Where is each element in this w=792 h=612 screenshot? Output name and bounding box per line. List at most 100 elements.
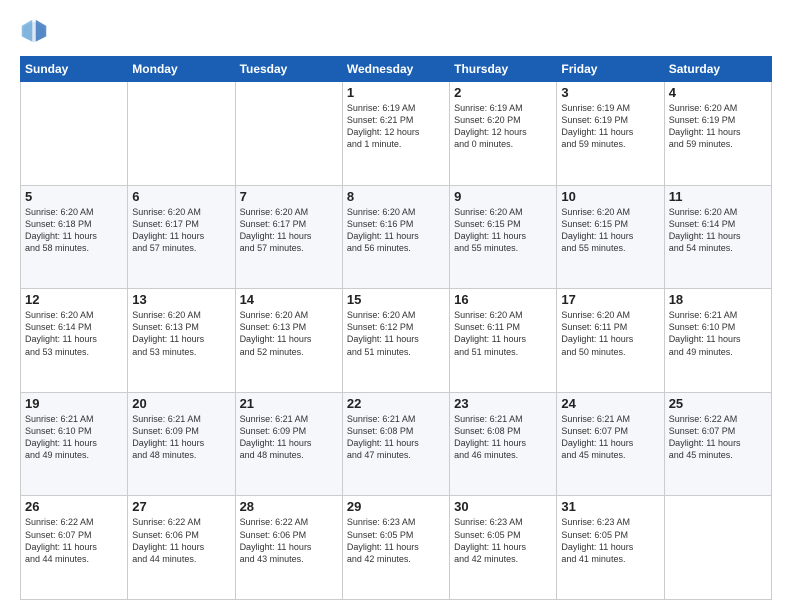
day-info: Sunrise: 6:19 AM Sunset: 6:21 PM Dayligh… xyxy=(347,102,445,151)
weekday-header-row: SundayMondayTuesdayWednesdayThursdayFrid… xyxy=(21,57,772,82)
day-number: 16 xyxy=(454,292,552,307)
calendar-cell: 11 Sunrise: 6:20 AM Sunset: 6:14 PM Dayli… xyxy=(664,185,771,289)
weekday-sunday: Sunday xyxy=(21,57,128,82)
calendar-week-4: 19 Sunrise: 6:21 AM Sunset: 6:10 PM Dayli… xyxy=(21,392,772,496)
day-number: 7 xyxy=(240,189,338,204)
day-number: 12 xyxy=(25,292,123,307)
day-info: Sunrise: 6:20 AM Sunset: 6:14 PM Dayligh… xyxy=(25,309,123,358)
header xyxy=(20,18,772,46)
day-info: Sunrise: 6:20 AM Sunset: 6:18 PM Dayligh… xyxy=(25,206,123,255)
weekday-wednesday: Wednesday xyxy=(342,57,449,82)
calendar-cell: 13 Sunrise: 6:20 AM Sunset: 6:13 PM Dayli… xyxy=(128,289,235,393)
day-info: Sunrise: 6:20 AM Sunset: 6:13 PM Dayligh… xyxy=(132,309,230,358)
calendar-cell: 8 Sunrise: 6:20 AM Sunset: 6:16 PM Daylig… xyxy=(342,185,449,289)
calendar-cell: 21 Sunrise: 6:21 AM Sunset: 6:09 PM Dayli… xyxy=(235,392,342,496)
day-number: 25 xyxy=(669,396,767,411)
day-info: Sunrise: 6:21 AM Sunset: 6:08 PM Dayligh… xyxy=(454,413,552,462)
calendar-cell: 9Sunrise: 6:20 AM Sunset: 6:15 PM Daylig… xyxy=(450,185,557,289)
calendar-cell: 30Sunrise: 6:23 AM Sunset: 6:05 PM Dayli… xyxy=(450,496,557,600)
day-info: Sunrise: 6:21 AM Sunset: 6:10 PM Dayligh… xyxy=(25,413,123,462)
calendar-table: SundayMondayTuesdayWednesdayThursdayFrid… xyxy=(20,56,772,600)
day-number: 27 xyxy=(132,499,230,514)
day-info: Sunrise: 6:20 AM Sunset: 6:17 PM Dayligh… xyxy=(132,206,230,255)
day-number: 6 xyxy=(132,189,230,204)
day-info: Sunrise: 6:22 AM Sunset: 6:06 PM Dayligh… xyxy=(240,516,338,565)
day-info: Sunrise: 6:20 AM Sunset: 6:14 PM Dayligh… xyxy=(669,206,767,255)
calendar-cell: 29Sunrise: 6:23 AM Sunset: 6:05 PM Dayli… xyxy=(342,496,449,600)
calendar-cell: 22 Sunrise: 6:21 AM Sunset: 6:08 PM Dayli… xyxy=(342,392,449,496)
day-number: 19 xyxy=(25,396,123,411)
day-number: 17 xyxy=(561,292,659,307)
day-info: Sunrise: 6:21 AM Sunset: 6:08 PM Dayligh… xyxy=(347,413,445,462)
calendar-cell: 24 Sunrise: 6:21 AM Sunset: 6:07 PM Dayli… xyxy=(557,392,664,496)
day-info: Sunrise: 6:20 AM Sunset: 6:11 PM Dayligh… xyxy=(454,309,552,358)
day-info: Sunrise: 6:21 AM Sunset: 6:07 PM Dayligh… xyxy=(561,413,659,462)
day-number: 22 xyxy=(347,396,445,411)
day-number: 21 xyxy=(240,396,338,411)
day-info: Sunrise: 6:22 AM Sunset: 6:07 PM Dayligh… xyxy=(669,413,767,462)
weekday-thursday: Thursday xyxy=(450,57,557,82)
day-number: 24 xyxy=(561,396,659,411)
day-number: 23 xyxy=(454,396,552,411)
calendar-cell: 14 Sunrise: 6:20 AM Sunset: 6:13 PM Dayli… xyxy=(235,289,342,393)
weekday-saturday: Saturday xyxy=(664,57,771,82)
day-info: Sunrise: 6:20 AM Sunset: 6:15 PM Dayligh… xyxy=(561,206,659,255)
day-info: Sunrise: 6:23 AM Sunset: 6:05 PM Dayligh… xyxy=(454,516,552,565)
day-number: 14 xyxy=(240,292,338,307)
calendar-cell xyxy=(235,82,342,186)
calendar-week-1: 1 Sunrise: 6:19 AM Sunset: 6:21 PM Daylig… xyxy=(21,82,772,186)
calendar-cell: 16 Sunrise: 6:20 AM Sunset: 6:11 PM Dayli… xyxy=(450,289,557,393)
day-info: Sunrise: 6:20 AM Sunset: 6:12 PM Dayligh… xyxy=(347,309,445,358)
calendar-cell: 23 Sunrise: 6:21 AM Sunset: 6:08 PM Dayli… xyxy=(450,392,557,496)
calendar-cell: 31 Sunrise: 6:23 AM Sunset: 6:05 PM Dayli… xyxy=(557,496,664,600)
calendar-week-3: 12 Sunrise: 6:20 AM Sunset: 6:14 PM Dayli… xyxy=(21,289,772,393)
page: SundayMondayTuesdayWednesdayThursdayFrid… xyxy=(0,0,792,612)
day-number: 9 xyxy=(454,189,552,204)
calendar-cell: 25 Sunrise: 6:22 AM Sunset: 6:07 PM Dayli… xyxy=(664,392,771,496)
day-number: 8 xyxy=(347,189,445,204)
logo-icon xyxy=(20,18,48,46)
day-info: Sunrise: 6:21 AM Sunset: 6:09 PM Dayligh… xyxy=(240,413,338,462)
day-info: Sunrise: 6:20 AM Sunset: 6:11 PM Dayligh… xyxy=(561,309,659,358)
calendar-cell: 28Sunrise: 6:22 AM Sunset: 6:06 PM Dayli… xyxy=(235,496,342,600)
day-number: 20 xyxy=(132,396,230,411)
calendar-week-2: 5 Sunrise: 6:20 AM Sunset: 6:18 PM Daylig… xyxy=(21,185,772,289)
day-number: 13 xyxy=(132,292,230,307)
day-number: 2 xyxy=(454,85,552,100)
calendar-cell: 20Sunrise: 6:21 AM Sunset: 6:09 PM Dayli… xyxy=(128,392,235,496)
calendar-cell xyxy=(664,496,771,600)
calendar-cell: 7 Sunrise: 6:20 AM Sunset: 6:17 PM Daylig… xyxy=(235,185,342,289)
calendar-cell: 15Sunrise: 6:20 AM Sunset: 6:12 PM Dayli… xyxy=(342,289,449,393)
day-number: 3 xyxy=(561,85,659,100)
weekday-tuesday: Tuesday xyxy=(235,57,342,82)
day-info: Sunrise: 6:23 AM Sunset: 6:05 PM Dayligh… xyxy=(561,516,659,565)
day-number: 31 xyxy=(561,499,659,514)
day-number: 4 xyxy=(669,85,767,100)
day-info: Sunrise: 6:21 AM Sunset: 6:10 PM Dayligh… xyxy=(669,309,767,358)
calendar-cell: 27 Sunrise: 6:22 AM Sunset: 6:06 PM Dayli… xyxy=(128,496,235,600)
day-number: 10 xyxy=(561,189,659,204)
day-info: Sunrise: 6:20 AM Sunset: 6:17 PM Dayligh… xyxy=(240,206,338,255)
day-number: 11 xyxy=(669,189,767,204)
calendar-cell xyxy=(21,82,128,186)
day-number: 26 xyxy=(25,499,123,514)
calendar-cell: 10 Sunrise: 6:20 AM Sunset: 6:15 PM Dayli… xyxy=(557,185,664,289)
day-number: 5 xyxy=(25,189,123,204)
calendar-cell: 18 Sunrise: 6:21 AM Sunset: 6:10 PM Dayli… xyxy=(664,289,771,393)
day-number: 29 xyxy=(347,499,445,514)
day-info: Sunrise: 6:19 AM Sunset: 6:20 PM Dayligh… xyxy=(454,102,552,151)
calendar-cell: 26Sunrise: 6:22 AM Sunset: 6:07 PM Dayli… xyxy=(21,496,128,600)
calendar-cell xyxy=(128,82,235,186)
day-info: Sunrise: 6:20 AM Sunset: 6:13 PM Dayligh… xyxy=(240,309,338,358)
day-number: 1 xyxy=(347,85,445,100)
weekday-friday: Friday xyxy=(557,57,664,82)
calendar-cell: 17 Sunrise: 6:20 AM Sunset: 6:11 PM Dayli… xyxy=(557,289,664,393)
day-info: Sunrise: 6:20 AM Sunset: 6:16 PM Dayligh… xyxy=(347,206,445,255)
calendar-cell: 6 Sunrise: 6:20 AM Sunset: 6:17 PM Daylig… xyxy=(128,185,235,289)
day-number: 18 xyxy=(669,292,767,307)
day-info: Sunrise: 6:20 AM Sunset: 6:19 PM Dayligh… xyxy=(669,102,767,151)
weekday-monday: Monday xyxy=(128,57,235,82)
day-info: Sunrise: 6:22 AM Sunset: 6:06 PM Dayligh… xyxy=(132,516,230,565)
calendar-cell: 4 Sunrise: 6:20 AM Sunset: 6:19 PM Daylig… xyxy=(664,82,771,186)
calendar-week-5: 26Sunrise: 6:22 AM Sunset: 6:07 PM Dayli… xyxy=(21,496,772,600)
